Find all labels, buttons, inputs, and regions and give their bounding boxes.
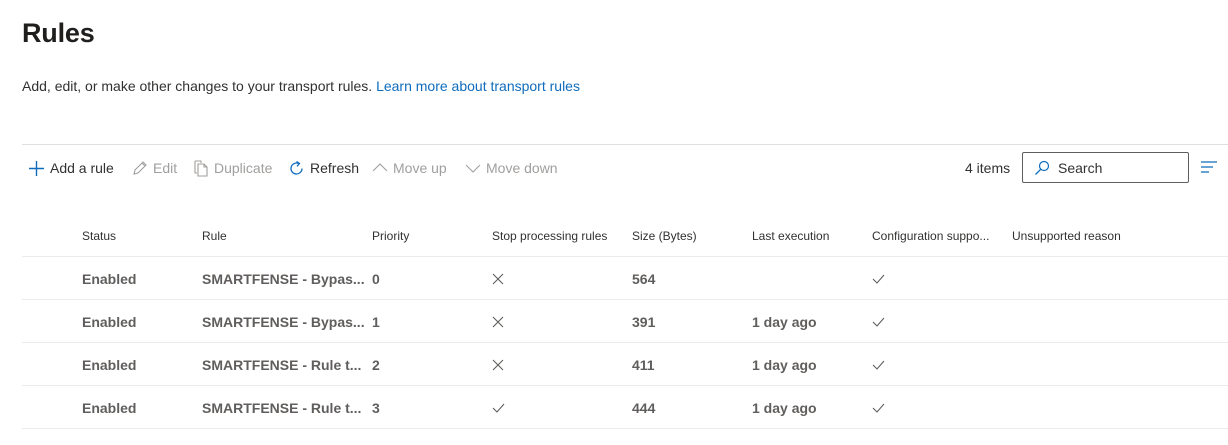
stop-processing-cell	[492, 343, 504, 386]
learn-more-link[interactable]: Learn more about transport rules	[376, 78, 580, 94]
check-icon	[872, 317, 885, 327]
rule-name-cell[interactable]: SMARTFENSE - Rule t...	[202, 386, 361, 429]
config-supported-cell	[872, 343, 885, 386]
last-execution-cell: 1 day ago	[752, 313, 817, 330]
page-title: Rules	[22, 18, 95, 48]
refresh-button[interactable]: Refresh	[288, 145, 359, 191]
items-count: 4 items	[965, 160, 1011, 176]
column-header-stop-processing[interactable]: Stop processing rules	[492, 214, 607, 257]
rule-name-cell[interactable]: SMARTFENSE - Rule t...	[202, 343, 361, 386]
refresh-label: Refresh	[310, 160, 360, 176]
priority-cell: 1	[372, 313, 380, 330]
size-cell: 444	[632, 399, 656, 416]
size-cell: 564	[632, 270, 656, 287]
x-icon	[492, 273, 504, 284]
last-execution-cell: 1 day ago	[752, 356, 817, 373]
priority-cell: 0	[372, 270, 380, 287]
status-cell: Enabled	[82, 270, 137, 287]
command-bar: Add a rule Edit Duplicate Refresh Move u…	[22, 144, 1228, 190]
config-supported-cell	[872, 257, 885, 300]
status-cell: Enabled	[82, 399, 137, 416]
status-cell: Enabled	[82, 356, 137, 373]
stop-processing-cell	[492, 300, 504, 343]
check-icon	[872, 360, 885, 370]
column-header-config-supported[interactable]: Configuration suppo...	[872, 214, 989, 257]
rules-table: Status Rule Priority Stop processing rul…	[22, 214, 1228, 429]
pencil-icon	[133, 161, 147, 175]
table-row[interactable]: Enabled SMARTFENSE - Rule t... 3 444 1 d…	[22, 386, 1228, 429]
move-up-label: Move up	[393, 160, 447, 176]
config-supported-cell	[872, 386, 885, 429]
priority-cell: 3	[372, 399, 380, 416]
edit-button[interactable]: Edit	[132, 145, 177, 191]
column-header-status[interactable]: Status	[82, 214, 116, 257]
column-header-unsupported-reason[interactable]: Unsupported reason	[1012, 214, 1121, 257]
duplicate-label: Duplicate	[214, 160, 273, 176]
table-row[interactable]: Enabled SMARTFENSE - Bypas... 1 391 1 da…	[22, 300, 1228, 343]
status-cell: Enabled	[82, 313, 137, 330]
x-icon	[492, 316, 504, 327]
plus-icon	[29, 160, 44, 176]
config-supported-cell	[872, 300, 885, 343]
search-box[interactable]	[1022, 152, 1189, 183]
check-icon	[492, 403, 505, 413]
chevron-down-icon	[465, 164, 481, 173]
filter-lines-icon	[1201, 161, 1217, 173]
x-icon	[492, 359, 504, 370]
column-header-last-execution[interactable]: Last execution	[752, 214, 829, 257]
rule-name-cell[interactable]: SMARTFENSE - Bypas...	[202, 300, 365, 343]
move-down-button[interactable]: Move down	[465, 145, 558, 191]
size-cell: 391	[632, 313, 656, 330]
edit-label: Edit	[153, 160, 178, 176]
size-cell: 411	[632, 356, 655, 373]
priority-cell: 2	[372, 356, 380, 373]
table-row[interactable]: Enabled SMARTFENSE - Rule t... 2 411 1 d…	[22, 343, 1228, 386]
table-header: Status Rule Priority Stop processing rul…	[22, 214, 1228, 257]
table-row[interactable]: Enabled SMARTFENSE - Bypas... 0 564	[22, 257, 1228, 300]
move-up-button[interactable]: Move up	[372, 145, 447, 191]
move-down-label: Move down	[486, 160, 558, 176]
last-execution-cell: 1 day ago	[752, 399, 817, 416]
stop-processing-cell	[492, 386, 505, 429]
rule-name-cell[interactable]: SMARTFENSE - Bypas...	[202, 257, 365, 300]
description-text: Add, edit, or make other changes to your…	[22, 78, 373, 94]
stop-processing-cell	[492, 257, 504, 300]
add-rule-label: Add a rule	[50, 160, 114, 176]
column-header-priority[interactable]: Priority	[372, 214, 409, 257]
add-rule-button[interactable]: Add a rule	[28, 145, 114, 191]
check-icon	[872, 274, 885, 284]
copy-icon	[194, 159, 208, 177]
page-description: Add, edit, or make other changes to your…	[22, 78, 580, 94]
refresh-icon	[290, 160, 303, 175]
check-icon	[872, 403, 885, 413]
duplicate-button[interactable]: Duplicate	[193, 145, 272, 191]
search-input[interactable]	[1058, 159, 1178, 176]
column-header-rule[interactable]: Rule	[202, 214, 227, 257]
column-header-size[interactable]: Size (Bytes)	[632, 214, 697, 257]
filter-button[interactable]	[1200, 160, 1218, 176]
search-icon	[1035, 160, 1050, 175]
chevron-up-icon	[372, 163, 388, 172]
